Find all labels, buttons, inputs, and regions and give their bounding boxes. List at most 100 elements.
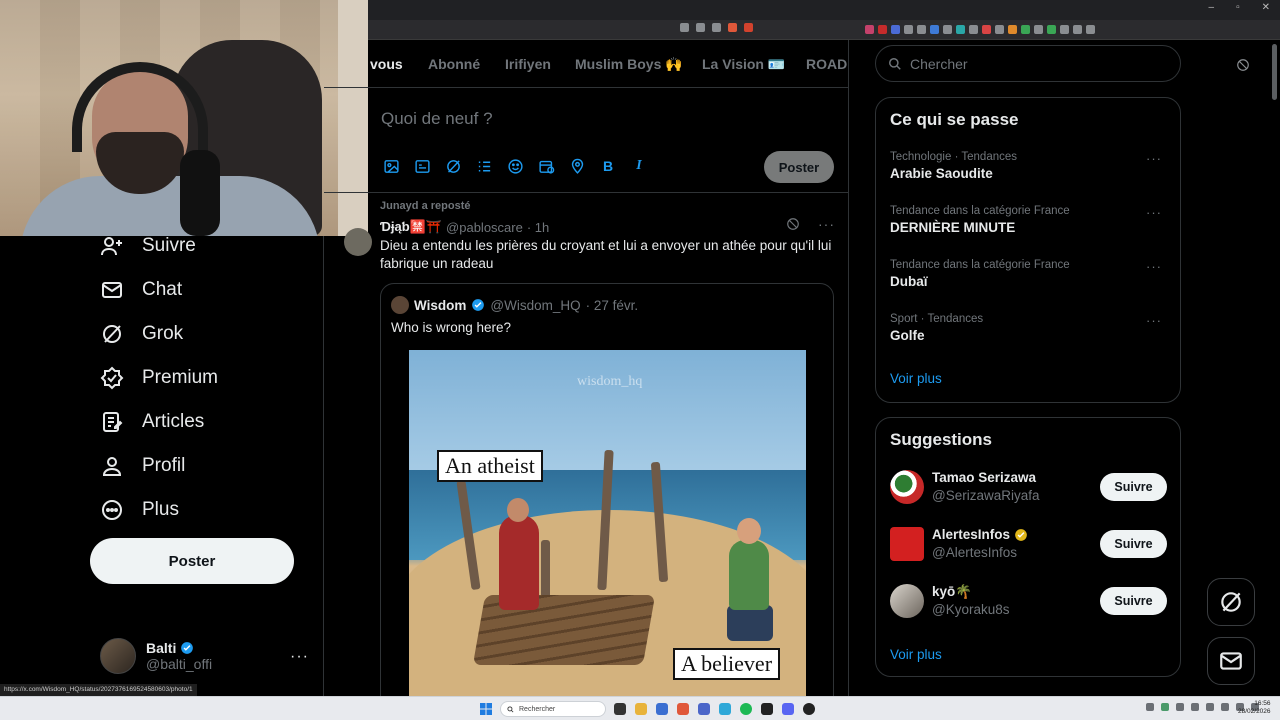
extension-icon[interactable] — [969, 25, 978, 34]
tab-following[interactable]: Abonné — [428, 56, 480, 72]
extension-icon[interactable] — [904, 25, 913, 34]
tweet-handle[interactable]: @pabloscare — [446, 220, 523, 235]
quote-image[interactable]: wisdom_hq An atheist A believer — [409, 350, 806, 696]
follow-button[interactable]: Suivre — [1100, 530, 1167, 558]
image-icon[interactable] — [382, 157, 400, 175]
follow-button[interactable]: Suivre — [1100, 473, 1167, 501]
grok-icon[interactable] — [444, 157, 462, 175]
trend-item[interactable]: Tendance dans la catégorie France DERNIÈ… — [890, 205, 1170, 235]
search-input[interactable]: Chercher — [875, 45, 1181, 82]
tray-icon[interactable] — [1161, 703, 1169, 711]
tab-for-you[interactable]: vous — [370, 56, 403, 72]
maximize-button[interactable]: ▫ — [1236, 2, 1240, 13]
trends-see-more-link[interactable]: Voir plus — [890, 371, 942, 386]
nav-item-premium[interactable]: Premium — [100, 366, 218, 390]
taskbar-search[interactable]: Rechercher — [500, 701, 606, 717]
app-icon[interactable] — [698, 703, 710, 715]
follow-button[interactable]: Suivre — [1100, 587, 1167, 615]
composer-input[interactable]: Quoi de neuf ? — [381, 109, 493, 129]
extension-icon[interactable] — [1086, 25, 1095, 34]
tab-muslim-boys[interactable]: Muslim Boys 🙌 — [575, 56, 683, 73]
tray-icon[interactable] — [1191, 703, 1199, 711]
trend-item[interactable]: Tendance dans la catégorie France Dubaï … — [890, 259, 1170, 289]
app-icon[interactable] — [656, 703, 668, 715]
suggestion-item[interactable]: AlertesInfos @AlertesInfos Suivre — [890, 525, 1170, 565]
suggestion-item[interactable]: kyō🌴 @Kyoraku8s Suivre — [890, 582, 1170, 622]
nav-item-profile[interactable]: Profil — [100, 454, 185, 478]
app-icon[interactable] — [803, 703, 815, 715]
tweet-author[interactable]: Ɗɉąƅ🈲⛩️ — [380, 219, 442, 235]
tray-icon[interactable] — [1146, 703, 1154, 711]
block-icon[interactable] — [1236, 58, 1250, 72]
zoom-icon[interactable] — [680, 23, 689, 32]
nav-item-follow[interactable]: Suivre — [100, 234, 196, 258]
nav-item-chat[interactable]: Chat — [100, 278, 182, 302]
nav-item-articles[interactable]: Articles — [100, 410, 204, 434]
share-icon[interactable] — [712, 23, 721, 32]
extension-icon[interactable] — [1047, 25, 1056, 34]
taskbar-clock[interactable]: 16:56 28/02/2026 — [1238, 700, 1271, 716]
nav-item-grok[interactable]: Grok — [100, 322, 183, 346]
trend-item[interactable]: Technologie · Tendances Arabie Saoudite … — [890, 151, 1170, 181]
emoji-icon[interactable] — [506, 157, 524, 175]
extension-icon[interactable] — [930, 25, 939, 34]
schedule-icon[interactable] — [537, 157, 555, 175]
brave-shield-icon[interactable] — [728, 23, 737, 32]
wifi-icon[interactable] — [1206, 703, 1214, 711]
extension-icon[interactable] — [943, 25, 952, 34]
account-switcher[interactable]: Balti @balti_offi — [100, 638, 212, 674]
brave-browser-icon[interactable] — [677, 703, 689, 715]
app-icon[interactable] — [761, 703, 773, 715]
trend-more-icon[interactable]: ··· — [1146, 259, 1162, 274]
extension-icon[interactable] — [982, 25, 991, 34]
italic-icon[interactable]: I — [630, 157, 648, 175]
location-icon[interactable] — [568, 157, 586, 175]
tab-irifiyen[interactable]: Irifiyen — [505, 56, 551, 72]
task-view-icon[interactable] — [614, 703, 626, 715]
tray-icon[interactable] — [1176, 703, 1184, 711]
extension-icon[interactable] — [995, 25, 1004, 34]
extension-icon[interactable] — [1060, 25, 1069, 34]
bold-icon[interactable]: B — [599, 157, 617, 175]
trend-more-icon[interactable]: ··· — [1146, 205, 1162, 220]
extension-icon[interactable] — [917, 25, 926, 34]
trend-more-icon[interactable]: ··· — [1146, 313, 1162, 328]
install-app-icon[interactable] — [696, 23, 705, 32]
minimize-button[interactable]: – — [1209, 2, 1215, 13]
extension-icon[interactable] — [891, 25, 900, 34]
windows-start-icon[interactable] — [480, 703, 492, 715]
extension-icon[interactable] — [1073, 25, 1082, 34]
composer-post-button[interactable]: Poster — [764, 151, 834, 183]
discord-icon[interactable] — [782, 703, 794, 715]
grok-floating-button[interactable] — [1207, 578, 1255, 626]
spotify-icon[interactable] — [740, 703, 752, 715]
account-more-icon[interactable]: ··· — [290, 648, 309, 666]
extension-icon[interactable] — [1008, 25, 1017, 34]
app-icon[interactable] — [719, 703, 731, 715]
post-button[interactable]: Poster — [90, 538, 294, 584]
file-explorer-icon[interactable] — [635, 703, 647, 715]
trend-item[interactable]: Sport · Tendances Golfe ··· — [890, 313, 1170, 343]
block-icon[interactable] — [786, 217, 800, 231]
close-window-button[interactable]: ✕ — [1262, 2, 1270, 13]
tab-road[interactable]: ROAD — [806, 56, 847, 72]
tab-la-vision[interactable]: La Vision 🪪 — [702, 56, 785, 73]
extension-icon[interactable] — [878, 25, 887, 34]
extension-icon[interactable] — [865, 25, 874, 34]
extension-icon[interactable] — [1021, 25, 1030, 34]
extension-icon[interactable] — [1034, 25, 1043, 34]
volume-icon[interactable] — [1221, 703, 1229, 711]
nav-item-more[interactable]: Plus — [100, 498, 179, 522]
quoted-tweet[interactable]: Wisdom @Wisdom_HQ · 27 févr. Who is wron… — [380, 283, 834, 696]
page-scrollbar[interactable] — [1272, 44, 1277, 100]
tweet-more-icon[interactable]: ··· — [818, 216, 835, 232]
trend-more-icon[interactable]: ··· — [1146, 151, 1162, 166]
poll-icon[interactable] — [475, 157, 493, 175]
messages-floating-button[interactable] — [1207, 637, 1255, 685]
extension-icon[interactable] — [956, 25, 965, 34]
suggestions-see-more-link[interactable]: Voir plus — [890, 647, 942, 662]
avatar[interactable] — [344, 228, 372, 256]
gif-icon[interactable] — [413, 157, 431, 175]
rewards-icon[interactable] — [744, 23, 753, 32]
suggestion-item[interactable]: Tamao Serizawa @SerizawaRiyafa Suivre — [890, 468, 1170, 508]
